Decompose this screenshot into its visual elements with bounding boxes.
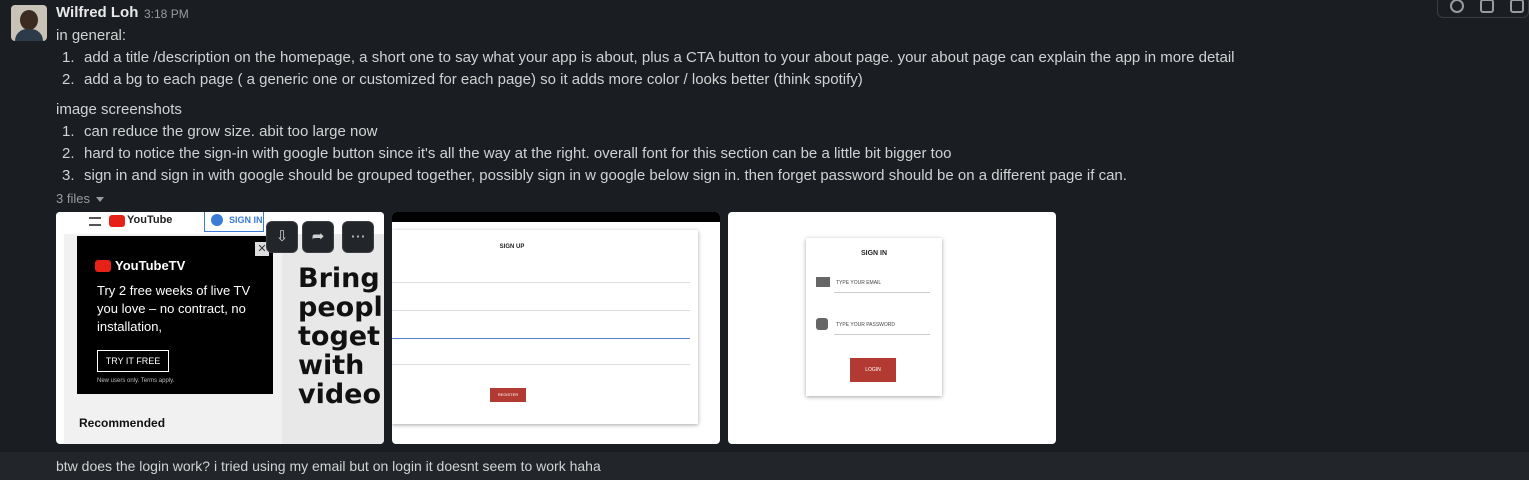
register-label: REGISTER [497,392,519,397]
image-attachment-2[interactable]: SIGN UP REGISTER [392,212,720,444]
try-it-free-button: TRY IT FREE [97,350,169,372]
youtube-header: YouTube SIGN IN [56,212,384,234]
sign-up-card: SIGN UP REGISTER [392,230,698,424]
list-item: add a title /description on the homepage… [84,49,1235,66]
user-icon [211,214,223,226]
sign-in-title: SIGN IN [860,250,888,257]
intro-text: in general: [56,27,127,44]
screenshots-heading: image screenshots [56,101,182,118]
field-underline [392,310,690,311]
register-button: REGISTER [490,388,526,402]
login-button: LOGIN [850,358,896,382]
top-bar [392,212,720,222]
timestamp[interactable]: 3:18 PM [144,7,189,21]
share-icon[interactable]: ➦ [302,221,334,253]
list-number: 1. [62,123,75,140]
next-message: btw does the login work? i tried using m… [0,452,1529,480]
avatar[interactable] [11,5,47,41]
email-field-underline [834,292,930,293]
youtube-wordmark: YouTube [127,214,173,226]
recommended-heading: Recommended [79,416,166,430]
password-placeholder: TYPE YOUR PASSWORD [836,322,895,328]
field-underline [392,364,690,365]
promo-headline: Bring people togeth with video [298,264,382,410]
ad-note: New users only. Terms apply. [97,378,175,384]
message: Wilfred Loh 3:18 PM in general: 1. add a… [0,0,1529,452]
list-number: 2. [62,145,75,162]
email-placeholder: TYPE YOUR EMAIL [836,280,882,286]
list-item: can reduce the grow size. abit too large… [84,123,378,140]
login-label: LOGIN [865,367,881,373]
menu-icon [89,217,101,226]
download-icon[interactable]: ⇩ [266,221,298,253]
list-item: add a bg to each page ( a generic one or… [84,71,863,88]
chevron-down-icon [95,197,104,203]
image-attachment-3[interactable]: SIGN IN TYPE YOUR EMAIL TYPE YOUR PASSWO… [728,212,1056,444]
youtube-tv-ad: YouTubeTV ✕ Try 2 free weeks of live TV … [77,236,273,394]
list-number: 2. [62,71,75,88]
youtube-logo-icon [109,215,125,227]
image-attachment-1[interactable]: YouTube SIGN IN YouTubeTV ✕ Try 2 free w… [56,212,384,444]
list-number: 1. [62,49,75,66]
more-actions-icon[interactable]: ⋯ [342,221,374,253]
youtube-tv-logo-icon [95,260,111,272]
field-underline [392,282,690,283]
files-label: 3 files [56,191,90,206]
field-underline-active [392,338,690,339]
ad-brand: YouTubeTV [115,258,186,273]
list-item: sign in and sign in with google should b… [84,167,1127,184]
sign-up-title: SIGN UP [499,244,525,250]
list-item: hard to notice the sign-in with google b… [84,145,952,162]
author-name[interactable]: Wilfred Loh [56,4,138,21]
list-number: 3. [62,167,75,184]
next-message-text: btw does the login work? i tried using m… [56,458,601,474]
sign-in-button: SIGN IN [204,212,264,232]
ad-text: Try 2 free weeks of live TV you love – n… [97,283,251,334]
password-field-underline [834,334,930,335]
sign-in-card: SIGN IN TYPE YOUR EMAIL TYPE YOUR PASSWO… [806,238,942,396]
lock-icon [816,318,828,330]
sign-in-label: SIGN IN [229,215,263,225]
mail-icon [816,277,830,287]
files-toggle[interactable]: 3 files [56,191,104,206]
